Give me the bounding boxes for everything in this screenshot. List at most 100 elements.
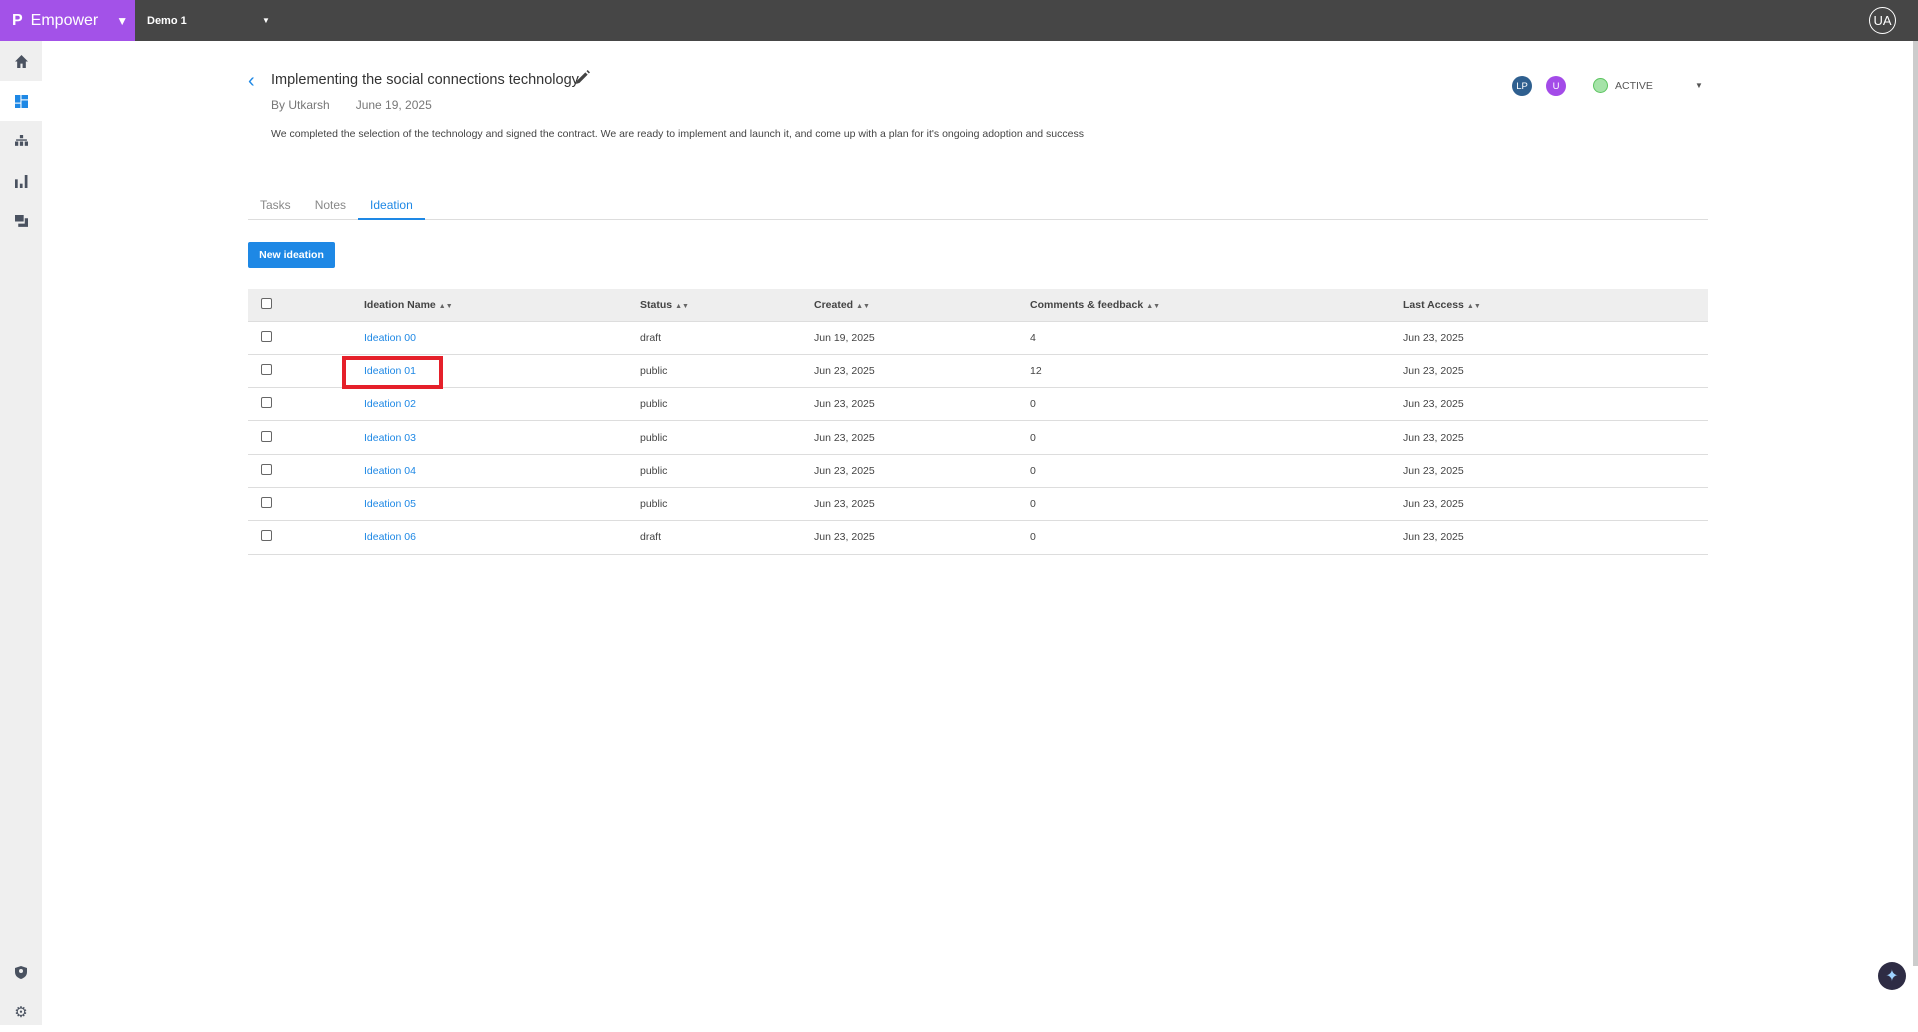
scrollbar[interactable] [1913, 41, 1918, 966]
table-row: Ideation 06 draft Jun 23, 2025 0 Jun 23, 202… [248, 520, 1708, 555]
back-button[interactable]: ‹ [248, 70, 255, 93]
home-icon [14, 54, 28, 68]
status-cell: public [640, 354, 814, 389]
row-checkbox[interactable] [261, 497, 272, 509]
tab-notes[interactable]: Notes [303, 195, 358, 220]
brand-name: Empower [30, 11, 99, 29]
comments-cell: 0 [1030, 420, 1403, 455]
tab-tasks[interactable]: Tasks [248, 195, 303, 220]
sort-icon: ▲▼ [675, 302, 689, 310]
last-access-cell: Jun 23, 2025 [1403, 454, 1708, 488]
tab-bar: Tasks Notes Ideation [248, 195, 1708, 220]
sidebar-item-reports[interactable] [0, 161, 42, 201]
last-access-cell: Jun 23, 2025 [1403, 487, 1708, 522]
caret-down-icon: ▼ [1695, 81, 1703, 90]
status-cell: public [640, 420, 814, 455]
created-cell: Jun 23, 2025 [814, 387, 1030, 422]
status-cell: public [640, 487, 814, 522]
last-access-cell: Jun 23, 2025 [1403, 321, 1708, 355]
table-row: Ideation 02 public Jun 23, 2025 0 Jun 23, 20… [248, 387, 1708, 422]
sidebar-item-settings[interactable]: ⚙ [0, 992, 42, 1032]
comments-cell: 0 [1030, 454, 1403, 488]
sort-icon: ▲▼ [438, 302, 453, 310]
author: By Utkarsh [271, 98, 330, 112]
sort-icon: ▲▼ [1466, 302, 1481, 310]
project-meta: By Utkarsh June 19, 2025 [271, 98, 432, 112]
ideation-table: Ideation Name ▲▼ Status ▲▼ Created ▲▼ Comme… [248, 289, 1708, 555]
column-header[interactable]: Ideation Name ▲▼ [364, 289, 640, 322]
row-checkbox[interactable] [261, 330, 272, 342]
status-cell: public [640, 454, 814, 488]
sparkle-icon: ✦ [1885, 968, 1899, 985]
comments-cell: 0 [1030, 387, 1403, 422]
comments-cell: 0 [1030, 487, 1403, 522]
sort-icon: ▲▼ [1146, 302, 1161, 310]
created-cell: Jun 23, 2025 [814, 520, 1030, 555]
status-cell: draft [640, 520, 814, 555]
tab-ideation[interactable]: Ideation [358, 195, 425, 220]
ideation-name-link[interactable]: Ideation 04 [364, 465, 416, 477]
gear-icon: ⚙ [14, 1004, 28, 1021]
sidebar-item-dashboard[interactable] [0, 81, 42, 121]
sidebar-item-messages[interactable] [0, 201, 42, 241]
ideation-name-link[interactable]: Ideation 02 [364, 398, 416, 410]
row-checkbox[interactable] [261, 363, 272, 375]
status-dropdown[interactable]: ACTIVE ▼ [1593, 78, 1703, 93]
empower-logo-icon: P [12, 11, 23, 29]
hierarchy-icon [14, 134, 28, 146]
sidebar-item-admin[interactable] [0, 952, 42, 992]
page-title: Implementing the social connections tech… [271, 72, 579, 88]
created-cell: Jun 23, 2025 [814, 354, 1030, 389]
created-date: June 19, 2025 [355, 98, 432, 112]
table-header: Ideation Name ▲▼ Status ▲▼ Created ▲▼ Comme… [248, 289, 1708, 322]
workspace-name: Demo 1 [147, 14, 187, 27]
user-shield-icon [15, 965, 27, 979]
chat-icon [14, 214, 28, 227]
table-row: Ideation 01 public Jun 23, 2025 12 Jun 23, 2… [248, 354, 1708, 389]
row-checkbox[interactable] [261, 530, 272, 542]
ideation-name-link[interactable]: Ideation 06 [364, 531, 416, 543]
row-checkbox[interactable] [261, 463, 272, 475]
status-label: ACTIVE [1615, 79, 1653, 92]
dashboard-icon [14, 94, 28, 108]
sidebar-item-hierarchy[interactable] [0, 121, 42, 161]
ai-assistant-button[interactable]: ✦ [1878, 962, 1906, 990]
status-cell: draft [640, 321, 814, 355]
table-row: Ideation 03 public Jun 23, 2025 0 Jun 23, 20… [248, 420, 1708, 455]
comments-cell: 4 [1030, 321, 1403, 355]
ideation-name-link[interactable]: Ideation 05 [364, 498, 416, 510]
caret-down-icon: ▼ [262, 16, 270, 25]
caret-down-icon: ▼ [116, 13, 129, 28]
workspace-selector[interactable]: Demo 1 ▼ [147, 0, 272, 41]
status-cell: public [640, 387, 814, 422]
column-header[interactable]: Comments & feedback ▲▼ [1030, 289, 1403, 322]
new-ideation-button[interactable]: New ideation [248, 242, 335, 268]
member-avatar[interactable]: LP [1512, 76, 1532, 96]
column-header[interactable]: Last Access ▲▼ [1403, 289, 1708, 322]
user-avatar[interactable]: UA [1869, 7, 1896, 34]
sidebar-item-home[interactable] [0, 41, 42, 81]
app-switcher[interactable]: P Empower ▼ [0, 0, 135, 41]
column-header[interactable]: Status ▲▼ [640, 289, 814, 322]
table-row: Ideation 00 draft Jun 19, 2025 4 Jun 23, 202… [248, 321, 1708, 355]
last-access-cell: Jun 23, 2025 [1403, 354, 1708, 389]
row-checkbox[interactable] [261, 430, 272, 442]
created-cell: Jun 23, 2025 [814, 420, 1030, 455]
column-header[interactable]: Created ▲▼ [814, 289, 1030, 322]
sort-icon: ▲▼ [856, 302, 870, 310]
sidebar: ⚙ [0, 41, 42, 1025]
last-access-cell: Jun 23, 2025 [1403, 520, 1708, 555]
bar-chart-icon [14, 174, 27, 188]
ideation-name-link[interactable]: Ideation 03 [364, 432, 416, 444]
row-checkbox[interactable] [261, 397, 272, 409]
table-row: Ideation 05 public Jun 23, 2025 0 Jun 23, 20… [248, 487, 1708, 522]
comments-cell: 12 [1030, 354, 1403, 389]
comments-cell: 0 [1030, 520, 1403, 555]
project-description: We completed the selection of the techno… [271, 128, 1084, 140]
created-cell: Jun 23, 2025 [814, 454, 1030, 488]
member-avatar[interactable]: U [1546, 76, 1566, 96]
edit-pencil-icon[interactable] [576, 70, 590, 84]
select-all-checkbox[interactable] [261, 297, 272, 309]
ideation-name-link[interactable]: Ideation 00 [364, 332, 416, 344]
status-dot-icon [1593, 78, 1608, 93]
